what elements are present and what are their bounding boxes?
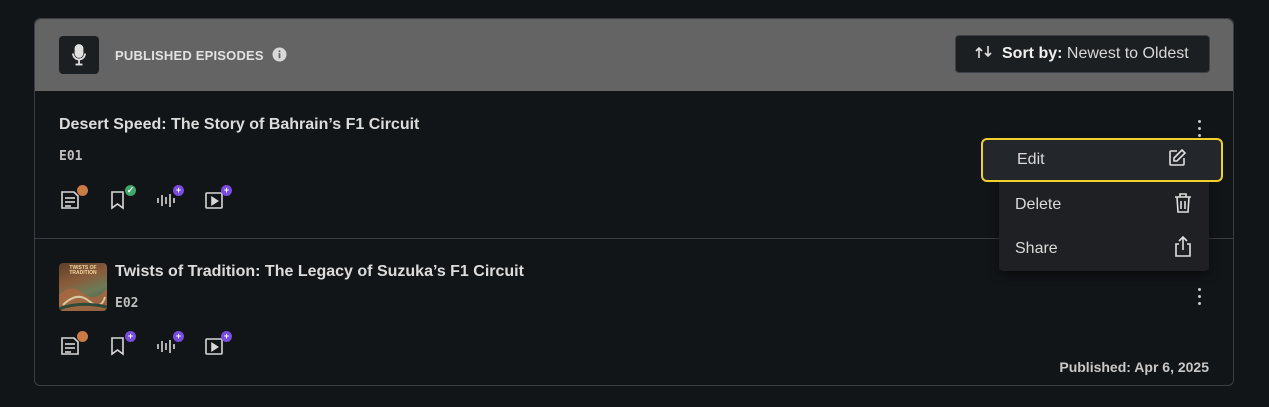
trash-icon <box>1173 192 1193 219</box>
more-options-icon[interactable] <box>1196 288 1202 305</box>
status-badge <box>77 331 88 342</box>
transcript-icon[interactable] <box>59 331 88 359</box>
check-icon: ✓ <box>125 185 136 196</box>
delete-label: Delete <box>1015 196 1062 213</box>
sort-button[interactable]: Sort by: Newest to Oldest <box>955 35 1210 73</box>
episode-title[interactable]: Twists of Tradition: The Legacy of Suzuk… <box>115 263 524 281</box>
share-label: Share <box>1015 240 1058 257</box>
add-icon: + <box>173 185 184 196</box>
panel-title: PUBLISHED EPISODES <box>115 48 264 63</box>
edit-menu-item[interactable]: Edit <box>981 138 1223 182</box>
add-icon: + <box>173 331 184 342</box>
sort-value: Newest to Oldest <box>1066 45 1189 62</box>
episode-actions: + + + <box>59 331 232 359</box>
add-icon: + <box>221 185 232 196</box>
edit-label: Edit <box>1017 151 1045 168</box>
edit-icon <box>1167 148 1187 173</box>
video-clip-icon[interactable]: + <box>203 331 232 359</box>
share-menu-item[interactable]: Share <box>999 227 1209 271</box>
audio-waveform-icon[interactable]: + <box>155 185 184 213</box>
microphone-icon <box>59 36 99 74</box>
status-badge <box>77 185 88 196</box>
video-clip-icon[interactable]: + <box>203 185 232 213</box>
bookmark-icon[interactable]: + <box>107 331 136 359</box>
share-icon <box>1173 235 1193 263</box>
episode-context-menu: Edit Delete Share <box>981 138 1223 271</box>
info-icon[interactable] <box>272 47 287 67</box>
add-icon: + <box>125 331 136 342</box>
add-icon: + <box>221 331 232 342</box>
bookmark-icon[interactable]: ✓ <box>107 185 136 213</box>
episode-title[interactable]: Desert Speed: The Story of Bahrain’s F1 … <box>59 116 419 134</box>
transcript-icon[interactable] <box>59 185 88 213</box>
episode-code: E01 <box>59 149 83 164</box>
sort-label: Sort by: <box>1002 45 1063 62</box>
panel-header: PUBLISHED EPISODES Sort by: Newest to Ol… <box>35 19 1233 91</box>
more-options-icon[interactable] <box>1196 120 1202 137</box>
episode-actions: ✓ + + <box>59 185 232 213</box>
delete-menu-item[interactable]: Delete <box>999 183 1209 227</box>
sort-arrows-icon <box>974 44 994 65</box>
audio-waveform-icon[interactable]: + <box>155 331 184 359</box>
episode-thumbnail: TWISTS OF TRADITION <box>59 263 107 311</box>
published-date: Published: Apr 6, 2025 <box>1059 359 1209 375</box>
episode-code: E02 <box>115 296 139 311</box>
